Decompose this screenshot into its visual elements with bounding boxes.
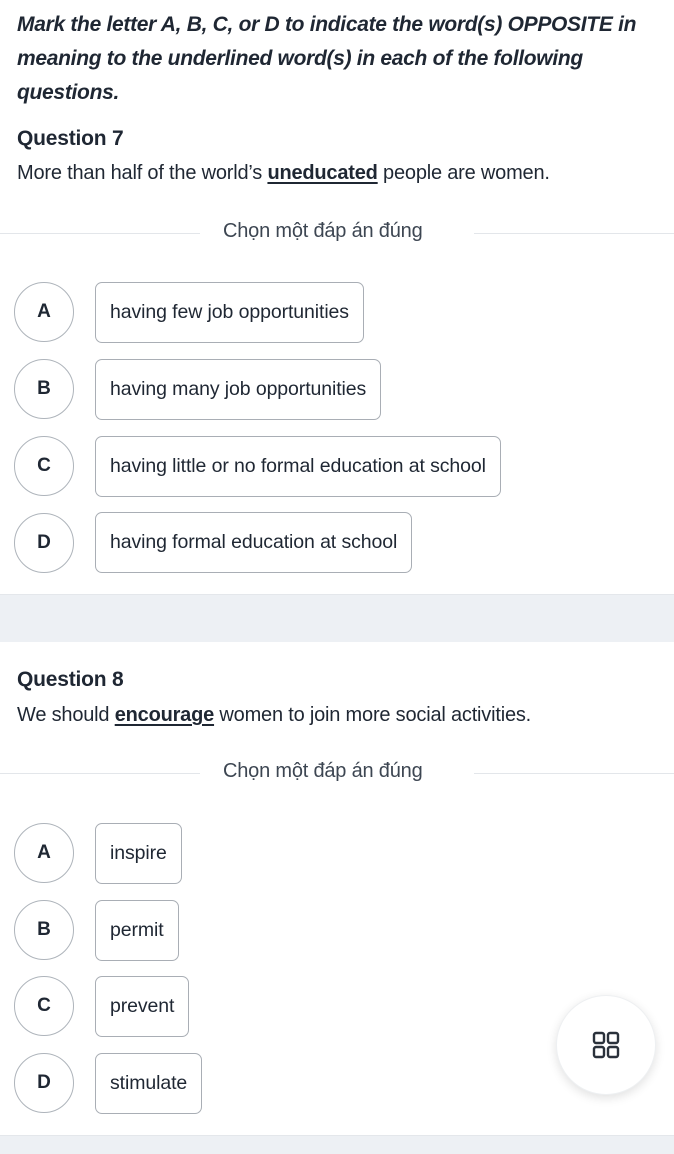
option-d-answer[interactable]: stimulate	[95, 1053, 203, 1114]
option-a-letter[interactable]: A	[14, 823, 74, 883]
divider-line-right	[474, 233, 674, 234]
option-c-answer[interactable]: having little or no formal education at …	[95, 436, 501, 497]
option-d-letter[interactable]: D	[14, 1053, 74, 1113]
option-b-answer[interactable]: permit	[95, 900, 179, 961]
option-b-answer[interactable]: having many job opportunities	[95, 359, 382, 420]
instructions-text: Mark the letter A, B, C, or D to indicat…	[17, 13, 637, 104]
option-a-answer[interactable]: having few job opportunities	[95, 282, 364, 343]
sentence-after: people are women.	[377, 162, 550, 184]
underlined-word: uneducated	[267, 162, 378, 184]
sentence-after: women to join more social activities.	[214, 704, 532, 726]
question-title: Question 8	[17, 668, 124, 691]
option-d-answer[interactable]: having formal education at school	[95, 512, 413, 573]
sentence-before: We should	[17, 704, 115, 726]
question-grid-button[interactable]	[556, 995, 656, 1095]
option-a-answer[interactable]: inspire	[95, 823, 182, 884]
question-sentence: More than half of the world’s uneducated…	[17, 162, 550, 185]
option-b-letter[interactable]: B	[14, 900, 74, 960]
choose-answer-label: Chọn một đáp án đúng	[223, 220, 423, 242]
option-b-letter[interactable]: B	[14, 359, 74, 419]
underlined-word: encourage	[114, 704, 215, 726]
sentence-before: More than half of the world’s	[17, 162, 268, 184]
grid-icon	[592, 1031, 620, 1059]
divider-line-left	[0, 773, 200, 774]
divider-line-right	[474, 773, 674, 774]
option-c-letter[interactable]: C	[14, 976, 74, 1036]
section-separator	[0, 594, 674, 642]
option-a-letter[interactable]: A	[14, 282, 74, 342]
choose-answer-label: Chọn một đáp án đúng	[223, 760, 423, 782]
option-c-letter[interactable]: C	[14, 436, 74, 496]
option-c-answer[interactable]: prevent	[95, 976, 190, 1037]
section-separator-bottom	[0, 1135, 674, 1154]
question-sentence: We should encourage women to join more s…	[17, 704, 531, 727]
option-d-letter[interactable]: D	[14, 513, 74, 573]
question-title: Question 7	[17, 127, 124, 150]
divider-line-left	[0, 233, 200, 234]
